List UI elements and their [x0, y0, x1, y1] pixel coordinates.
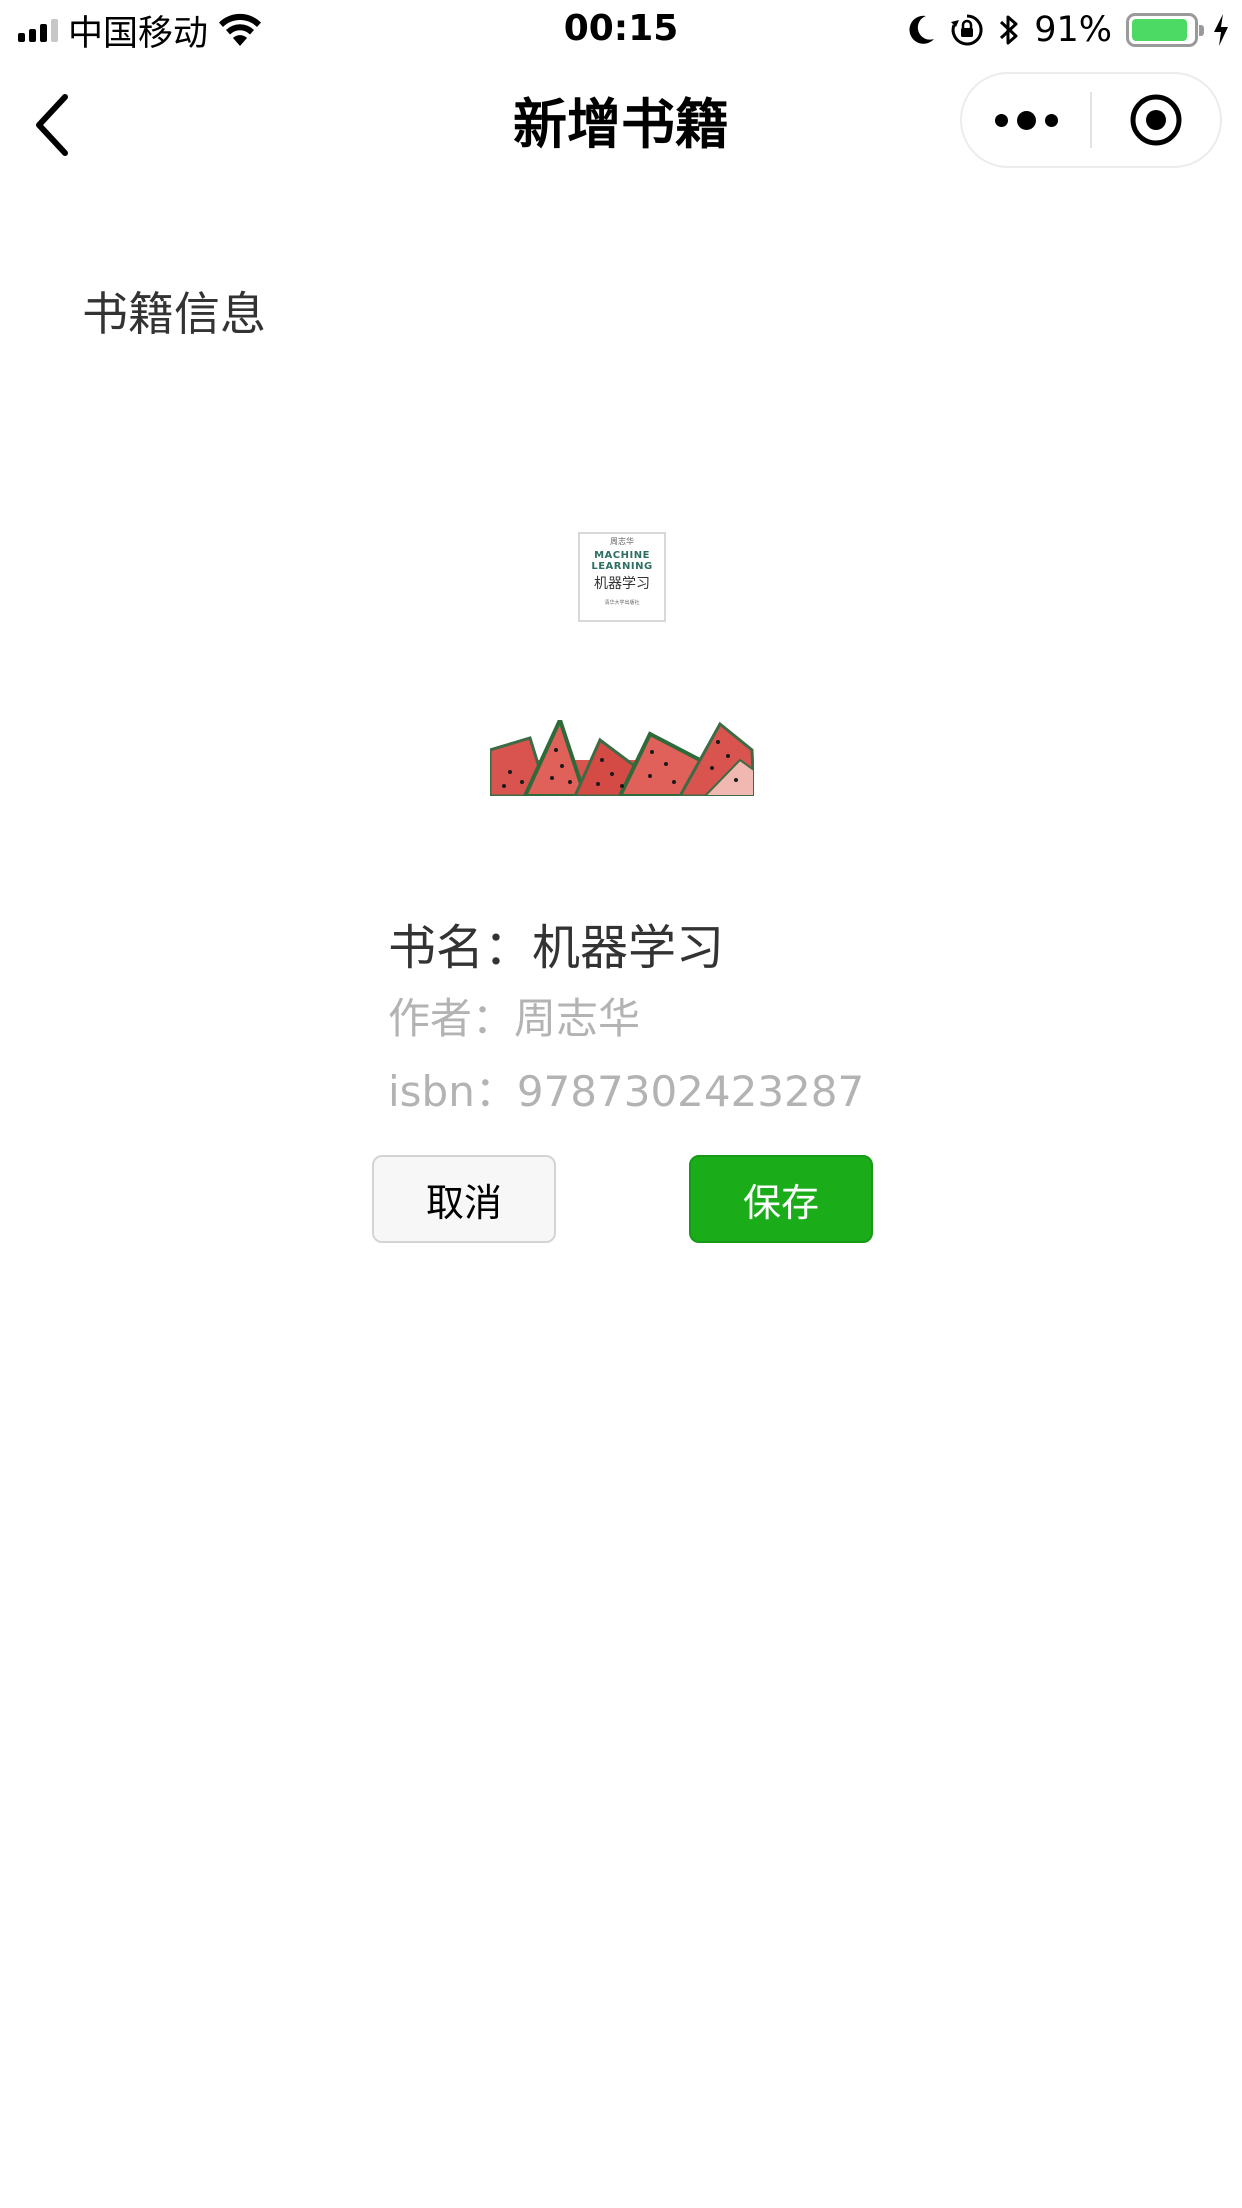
cover-title-en-line1: MACHINE — [594, 550, 650, 561]
status-right: 91% — [906, 8, 1230, 52]
battery-tip — [1199, 25, 1204, 36]
more-button[interactable] — [962, 74, 1090, 166]
book-name: 书名：机器学习 — [388, 920, 725, 976]
section-label: 书籍信息 — [82, 287, 266, 341]
target-circle-icon — [1130, 94, 1182, 146]
charging-icon — [1214, 14, 1228, 46]
orientation-lock-icon — [951, 14, 983, 46]
save-button[interactable]: 保存 — [689, 1155, 873, 1243]
mini-program-capsule — [960, 72, 1222, 168]
battery-icon — [1126, 13, 1204, 47]
book-author: 作者：周志华 — [388, 994, 641, 1043]
book-cover-image[interactable]: 周志华 MACHINE LEARNING 机器学习 清华大学出版社 — [578, 532, 666, 622]
nav-bar: 新增书籍 — [0, 60, 1242, 190]
cover-author: 周志华 — [610, 537, 634, 546]
close-mini-program-button[interactable] — [1092, 74, 1220, 166]
more-dots-icon — [994, 113, 1008, 127]
battery-percent: 91% — [1034, 10, 1112, 50]
screen: 中国移动 00:15 91% 新增书籍 书籍信息 周志华 MACHINE LEA… — [0, 0, 1242, 2208]
more-dot-center — [1016, 110, 1036, 130]
cover-title-en-line2: LEARNING — [591, 561, 653, 572]
cancel-button[interactable]: 取消 — [372, 1155, 556, 1243]
moon-icon — [909, 15, 935, 44]
bluetooth-icon — [1000, 15, 1018, 45]
cover-title-cn: 机器学习 — [594, 576, 650, 592]
book-isbn: isbn：9787302423287 — [388, 1067, 865, 1116]
status-bar: 中国移动 00:15 91% — [0, 0, 1242, 60]
watermelon-image — [490, 720, 754, 796]
watermelon-illustration — [490, 720, 754, 796]
cover-title-en: MACHINE LEARNING — [591, 550, 652, 572]
more-dot-right — [1044, 113, 1058, 127]
battery-fill — [1132, 19, 1187, 41]
cover-publisher: 清华大学出版社 — [604, 600, 640, 606]
